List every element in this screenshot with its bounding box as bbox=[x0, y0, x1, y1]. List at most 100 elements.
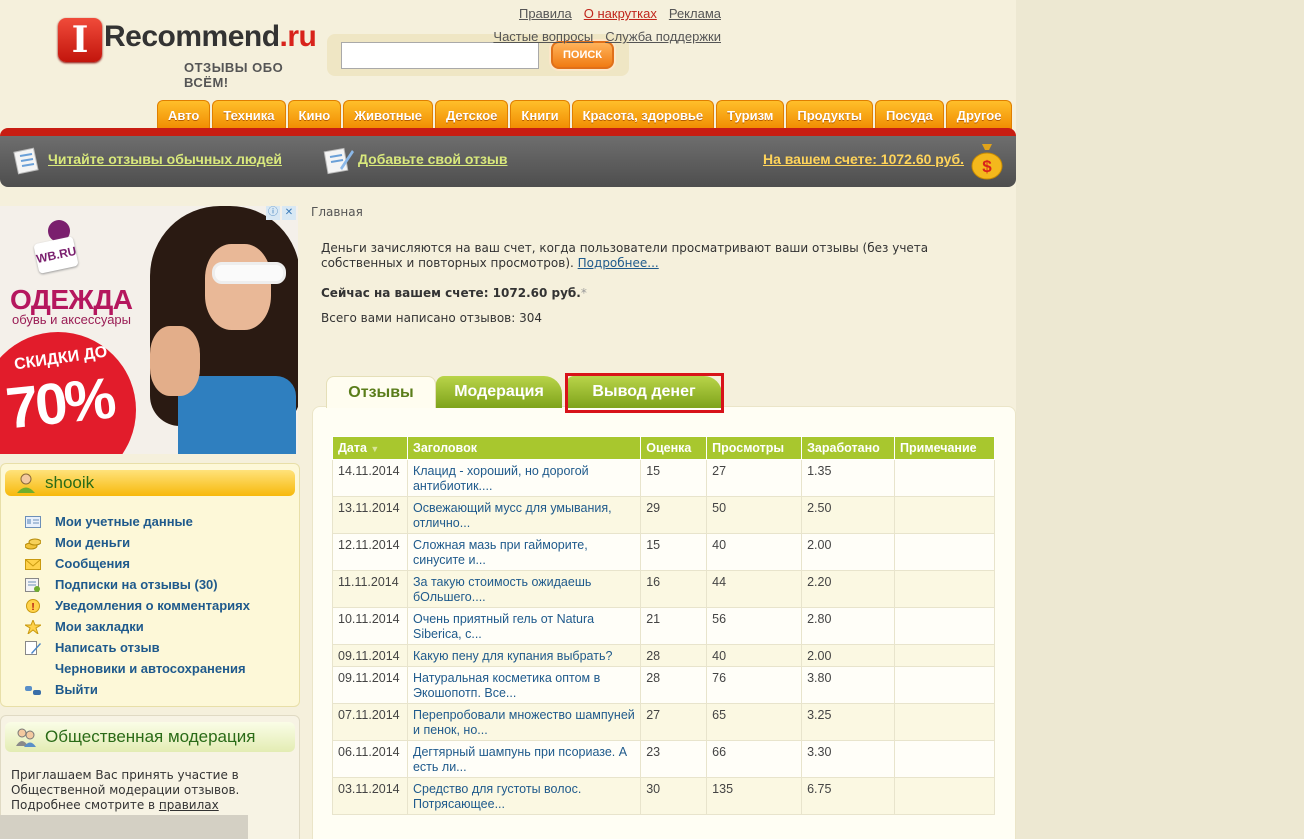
column-header-views[interactable]: Просмотры bbox=[706, 436, 803, 460]
category-tab[interactable]: Посуда bbox=[875, 100, 944, 130]
category-tab[interactable]: Авто bbox=[157, 100, 211, 130]
cell-date: 14.11.2014 bbox=[332, 459, 408, 497]
column-header-note[interactable]: Примечание bbox=[894, 436, 995, 460]
menu-item-drafts[interactable]: Черновики и автосохранения bbox=[25, 658, 250, 679]
menu-item-account[interactable]: Мои учетные данные bbox=[25, 511, 250, 532]
review-title-link[interactable]: Освежающий мусс для умывания, отлично... bbox=[413, 501, 612, 530]
breadcrumb[interactable]: Главная bbox=[311, 205, 363, 219]
read-reviews-link[interactable]: Читайте отзывы обычных людей bbox=[48, 151, 282, 167]
ad-info-icon[interactable]: ⓘ bbox=[266, 206, 280, 220]
category-tab[interactable]: Книги bbox=[510, 100, 570, 130]
cell-earned: 2.00 bbox=[801, 533, 896, 571]
balance-footnote-star: * bbox=[580, 286, 587, 300]
review-title-link[interactable]: Средство для густоты волос. Потрясающее.… bbox=[413, 782, 581, 811]
table-row: 07.11.2014 Перепробовали множество шампу… bbox=[332, 703, 995, 741]
more-info-link[interactable]: Подробнее... bbox=[578, 256, 659, 270]
menu-item-notifications[interactable]: ! Уведомления о комментариях bbox=[25, 595, 250, 616]
review-title-link[interactable]: Перепробовали множество шампуней и пенок… bbox=[413, 708, 635, 737]
table-header-row: Дата ▼ Заголовок Оценка Просмотры Зарабо… bbox=[332, 436, 995, 460]
cell-earned: 1.35 bbox=[801, 459, 896, 497]
ad-badges: ⓘ ✕ bbox=[266, 206, 296, 220]
menu-item-label[interactable]: Выйти bbox=[55, 682, 98, 697]
category-tab[interactable]: Техника bbox=[212, 100, 286, 130]
category-tab[interactable]: Другое bbox=[945, 100, 1013, 130]
cell-score: 28 bbox=[640, 644, 708, 667]
sort-arrow-icon: ▼ bbox=[370, 444, 380, 454]
column-header-score[interactable]: Оценка bbox=[640, 436, 708, 460]
cell-date: 09.11.2014 bbox=[332, 644, 408, 667]
review-title-link[interactable]: Дегтярный шампунь при псориазе. А есть л… bbox=[413, 745, 627, 774]
ad-subtitle: обувь и аксессуары bbox=[12, 312, 132, 327]
menu-item-bookmarks[interactable]: Мои закладки bbox=[25, 616, 250, 637]
category-tab[interactable]: Кино bbox=[287, 100, 342, 130]
cell-earned: 3.30 bbox=[801, 740, 896, 778]
rules-link[interactable]: Правила bbox=[519, 6, 572, 21]
menu-item-label[interactable]: Подписки на отзывы (30) bbox=[55, 577, 218, 592]
tab-reviews[interactable]: Отзывы bbox=[326, 376, 436, 408]
menu-item-label[interactable]: Мои закладки bbox=[55, 619, 144, 634]
menu-item-logout[interactable]: Выйти bbox=[25, 679, 250, 700]
menu-item-label[interactable]: Мои деньги bbox=[55, 535, 130, 550]
column-header-date[interactable]: Дата ▼ bbox=[332, 436, 408, 460]
menu-item-label[interactable]: Мои учетные данные bbox=[55, 514, 193, 529]
cell-score: 27 bbox=[640, 703, 708, 741]
category-tab[interactable]: Красота, здоровье bbox=[571, 100, 715, 130]
cell-views: 27 bbox=[706, 459, 803, 497]
boosting-link[interactable]: О накрутках bbox=[584, 6, 657, 21]
current-balance: Сейчас на вашем счете: 1072.60 руб.* bbox=[321, 286, 587, 300]
cell-views: 40 bbox=[706, 644, 803, 667]
menu-item-label[interactable]: Сообщения bbox=[55, 556, 130, 571]
review-title-link[interactable]: Очень приятный гель от Natura Siberica, … bbox=[413, 612, 594, 641]
category-tab[interactable]: Животные bbox=[343, 100, 433, 130]
cell-earned: 2.50 bbox=[801, 496, 896, 534]
cell-note bbox=[894, 703, 995, 741]
menu-item-label[interactable]: Написать отзыв bbox=[55, 640, 160, 655]
faq-link[interactable]: Частые вопросы bbox=[493, 29, 593, 44]
svg-text:!: ! bbox=[31, 602, 34, 613]
column-header-title[interactable]: Заголовок bbox=[406, 436, 642, 460]
category-tab[interactable]: Детское bbox=[435, 100, 509, 130]
cell-score: 21 bbox=[640, 607, 708, 645]
table-row: 11.11.2014 За такую стоимость ожидаешь б… bbox=[332, 570, 995, 608]
cell-note bbox=[894, 607, 995, 645]
account-balance-link[interactable]: На вашем счете: 1072.60 руб. bbox=[763, 151, 964, 167]
menu-item-label[interactable]: Уведомления о комментариях bbox=[55, 598, 250, 613]
ad-close-icon[interactable]: ✕ bbox=[282, 206, 296, 220]
add-review-link[interactable]: Добавьте свой отзыв bbox=[358, 151, 507, 167]
menu-item-write-review[interactable]: Написать отзыв bbox=[25, 637, 250, 658]
cell-score: 30 bbox=[640, 777, 708, 815]
cell-note bbox=[894, 777, 995, 815]
cell-score: 15 bbox=[640, 459, 708, 497]
tab-moderation[interactable]: Модерация bbox=[436, 376, 562, 408]
review-title-link[interactable]: За такую стоимость ожидаешь бОльшего.... bbox=[413, 575, 591, 604]
menu-item-money[interactable]: Мои деньги bbox=[25, 532, 250, 553]
menu-item-label[interactable]: Черновики и автосохранения bbox=[55, 661, 246, 676]
table-row: 06.11.2014 Дегтярный шампунь при псориаз… bbox=[332, 740, 995, 778]
table-row: 10.11.2014 Очень приятный гель от Natura… bbox=[332, 607, 995, 645]
top-links: Правила О накрутках Реклама Частые вопро… bbox=[493, 6, 721, 52]
moderation-text: Приглашаем Вас принять участие в Обществ… bbox=[11, 768, 251, 813]
advertising-link[interactable]: Реклама bbox=[669, 6, 721, 21]
review-title-link[interactable]: Какую пену для купания выбрать? bbox=[413, 649, 612, 663]
table-row: 13.11.2014 Освежающий мусс для умывания,… bbox=[332, 496, 995, 534]
site-logo[interactable]: I Recommend.ru ОТЗЫВЫ ОБО ВСЁМ! bbox=[58, 18, 318, 90]
action-bar: Читайте отзывы обычных людей Добавьте св… bbox=[0, 136, 1016, 187]
review-title-link[interactable]: Натуральная косметика оптом в Экошопотп.… bbox=[413, 671, 600, 700]
category-tab[interactable]: Продукты bbox=[786, 100, 874, 130]
cell-score: 29 bbox=[640, 496, 708, 534]
menu-item-subscriptions[interactable]: Подписки на отзывы (30) bbox=[25, 574, 250, 595]
moderation-rules-link[interactable]: правилах bbox=[159, 798, 219, 812]
advertisement-banner[interactable]: WB.RU ОДЕЖДА обувь и аксессуары СКИДКИ Д… bbox=[0, 206, 298, 454]
category-tab[interactable]: Туризм bbox=[716, 100, 785, 130]
cell-score: 16 bbox=[640, 570, 708, 608]
star-icon bbox=[25, 619, 41, 634]
review-title-link[interactable]: Сложная мазь при гайморите, синусите и..… bbox=[413, 538, 588, 567]
support-link[interactable]: Служба поддержки bbox=[605, 29, 721, 44]
page: I Recommend.ru ОТЗЫВЫ ОБО ВСЁМ! ПОИСК Пр… bbox=[0, 0, 1016, 839]
ad-discount-value: 70% bbox=[2, 365, 117, 442]
cell-earned: 2.80 bbox=[801, 607, 896, 645]
menu-item-messages[interactable]: Сообщения bbox=[25, 553, 250, 574]
review-title-link[interactable]: Клацид - хороший, но дорогой антибиотик.… bbox=[413, 464, 589, 493]
reviews-table: Дата ▼ Заголовок Оценка Просмотры Зарабо… bbox=[332, 436, 995, 815]
column-header-earned[interactable]: Заработано bbox=[801, 436, 896, 460]
